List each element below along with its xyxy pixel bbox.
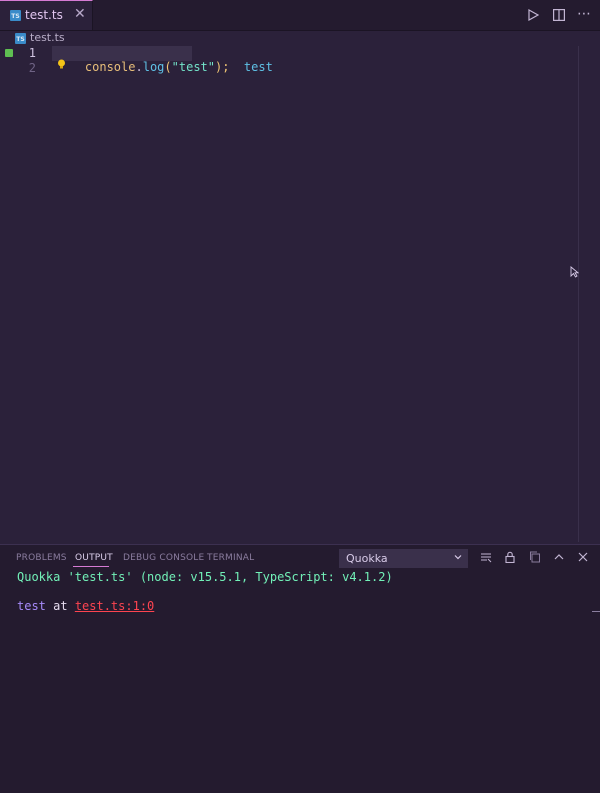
chevron-down-icon <box>454 555 462 560</box>
line-number: 1 <box>28 46 36 60</box>
close-icon[interactable] <box>577 551 589 563</box>
breadcrumb-file[interactable]: test.ts <box>30 31 65 44</box>
coverage-indicator <box>5 49 13 57</box>
output-channel-select[interactable]: Quokka <box>339 549 468 568</box>
active-tab-indicator <box>73 566 109 567</box>
code-line-1[interactable]: console.log("test"); test <box>56 46 273 88</box>
token-paren-open: ( <box>164 60 172 74</box>
token-paren-close: ); <box>215 60 230 74</box>
editor-tab-bar: TS test.ts ✕ ⋯ <box>0 0 600 31</box>
code-editor[interactable]: 1 2 console.log("test"); test <box>0 46 600 544</box>
mouse-cursor-icon <box>570 266 579 278</box>
typescript-file-icon: TS <box>15 33 26 44</box>
close-icon[interactable]: ✕ <box>74 6 86 22</box>
line-number: 2 <box>28 61 36 75</box>
inline-value: test <box>243 60 273 74</box>
tab-label: test.ts <box>25 8 63 22</box>
token-function: log <box>142 60 165 74</box>
output-channel-value: Quokka <box>346 552 388 565</box>
output-header-line: Quokka 'test.ts' (node: v15.5.1, TypeScr… <box>17 570 393 584</box>
copy-icon[interactable] <box>529 551 541 563</box>
tab-problems[interactable]: PROBLEMS <box>16 553 67 563</box>
output-value: test <box>17 599 46 613</box>
token-dot: . <box>135 60 143 74</box>
tab-output[interactable]: OUTPUT <box>75 553 113 563</box>
clear-output-icon[interactable] <box>480 551 492 563</box>
output-log-line: test at test.ts:1:0 <box>17 599 154 613</box>
panel-scrollbar[interactable] <box>592 611 600 612</box>
token-object: console <box>84 60 136 74</box>
chevron-up-icon[interactable] <box>553 551 565 563</box>
lock-icon[interactable] <box>504 551 516 563</box>
more-actions-icon[interactable]: ⋯ <box>577 6 591 22</box>
lightbulb-icon[interactable] <box>57 59 66 69</box>
run-icon[interactable] <box>528 9 539 21</box>
tab-debug-console[interactable]: DEBUG CONSOLE <box>123 553 204 563</box>
editor-scrollbar[interactable] <box>578 46 579 542</box>
tab-test-ts[interactable]: TS test.ts ✕ <box>0 0 93 30</box>
bottom-panel: PROBLEMS OUTPUT DEBUG CONSOLE TERMINAL Q… <box>0 544 600 793</box>
typescript-file-icon: TS <box>10 10 21 21</box>
token-string: "test" <box>171 60 215 74</box>
breadcrumb: TS test.ts <box>0 30 600 46</box>
tab-terminal[interactable]: TERMINAL <box>207 553 254 563</box>
output-source-link[interactable]: test.ts:1:0 <box>75 599 154 613</box>
output-at-text: at <box>45 599 75 613</box>
split-editor-icon[interactable] <box>553 9 565 21</box>
